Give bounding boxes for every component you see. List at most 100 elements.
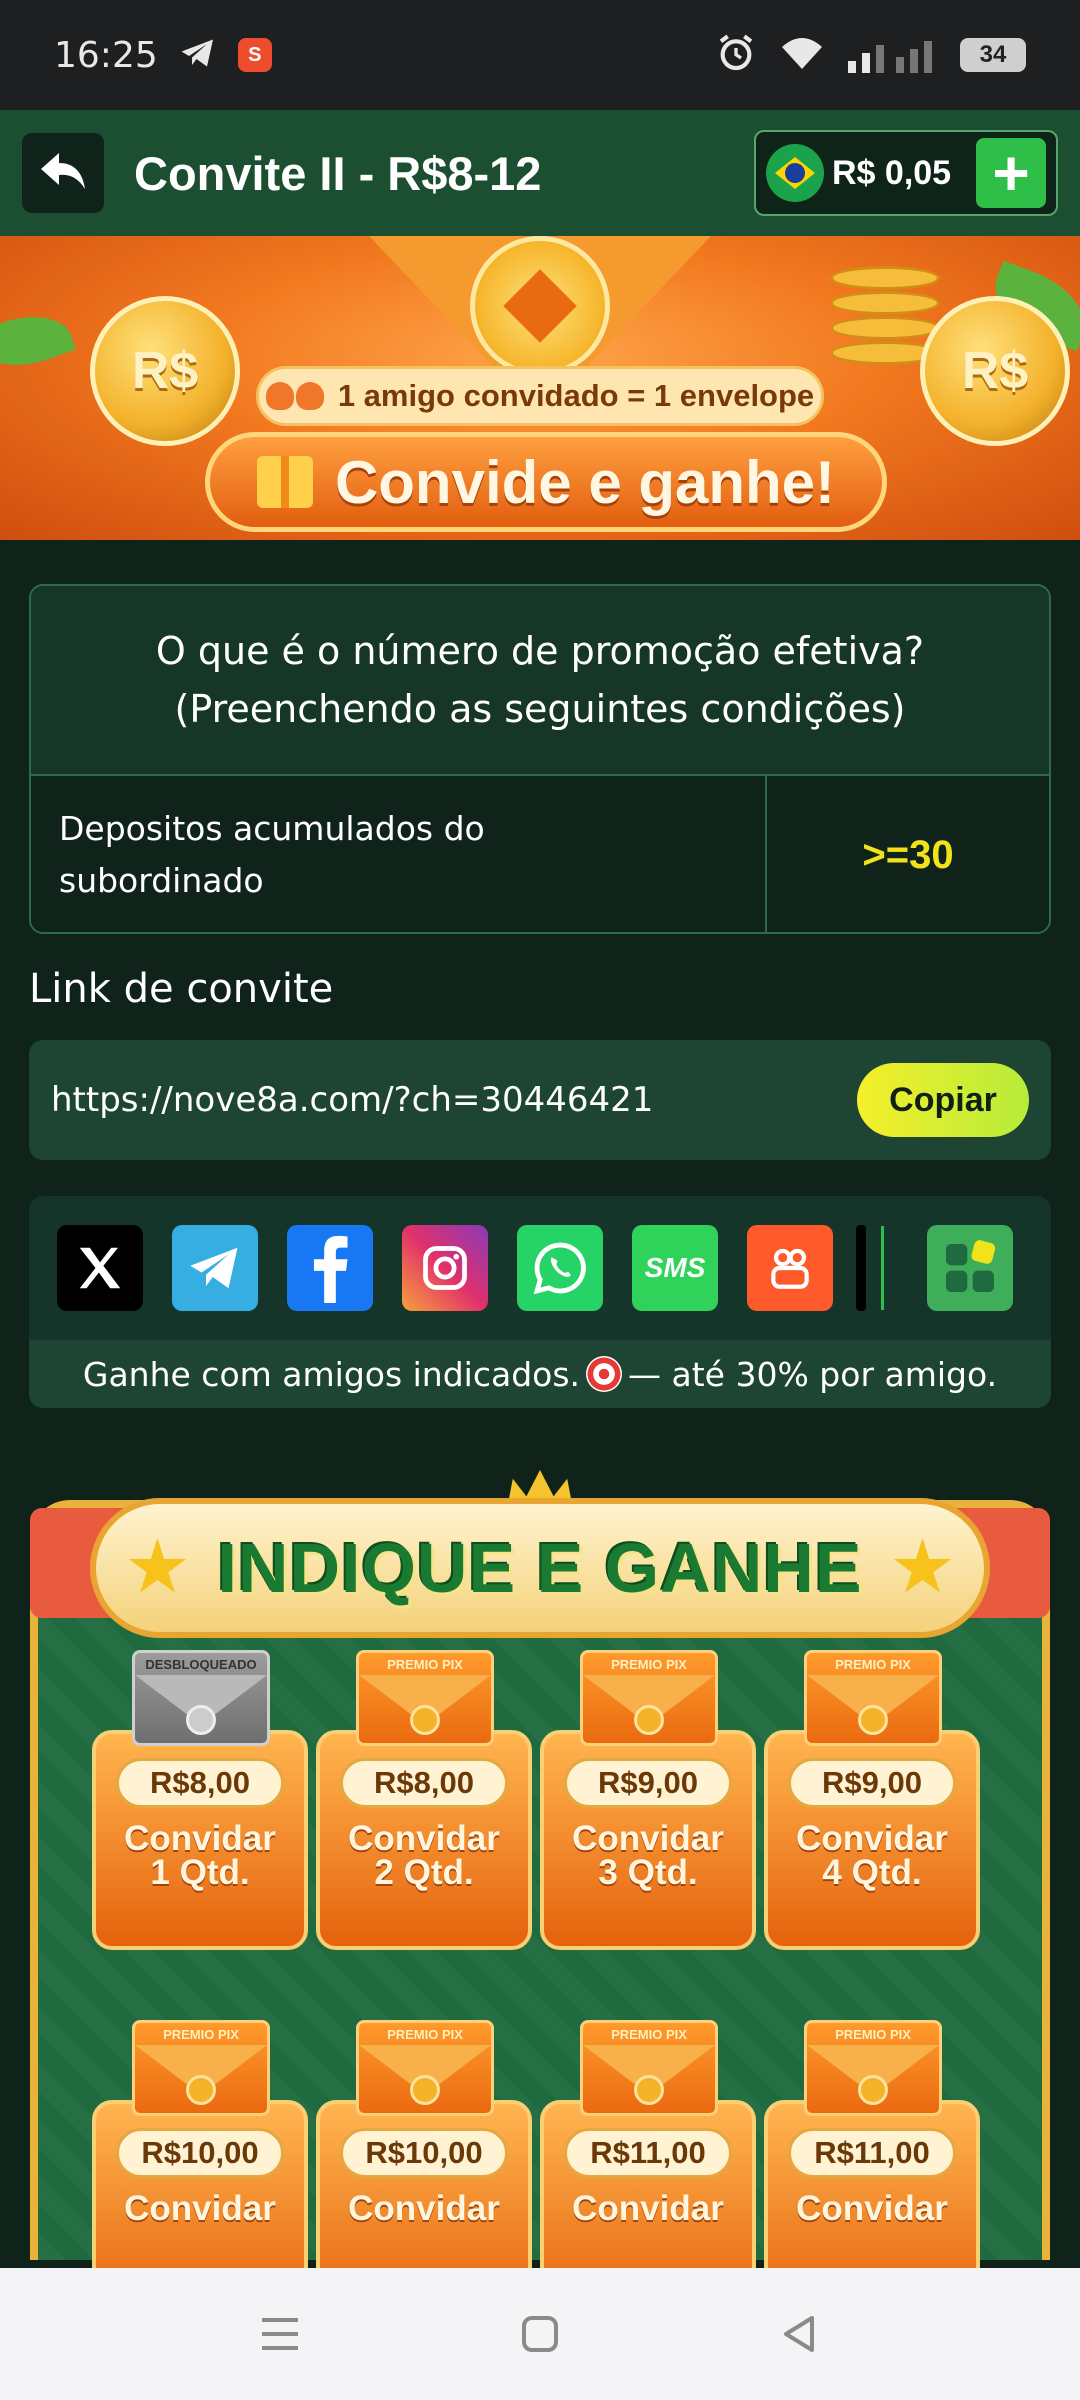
promo-question: O que é o número de promoção efetiva? (P… <box>31 586 1049 776</box>
reward-card[interactable]: PREMIO PIX R$8,00 Convidar 2 Qtd. <box>316 1650 532 1980</box>
reward-invite-line1: Convidar <box>572 1819 724 1858</box>
envelope-label: PREMIO PIX <box>835 1657 911 1672</box>
star-icon <box>128 1538 187 1593</box>
shopee-icon: S <box>237 38 272 72</box>
banner-cta[interactable]: Convide e ganhe! <box>205 432 887 532</box>
whatsapp-icon[interactable] <box>517 1225 603 1311</box>
reward-invite-label: Convidar <box>764 2189 980 2228</box>
status-time: 16:25 <box>54 34 158 76</box>
kwai-icon[interactable] <box>747 1225 833 1311</box>
reward-invite-line2: 2 Qtd. <box>374 1853 474 1892</box>
balance-amount: R$ 0,05 <box>832 153 952 192</box>
reward-price: R$10,00 <box>116 2128 284 2178</box>
wifi-icon <box>778 33 826 78</box>
reward-invite-label: Convidar <box>540 2191 756 2226</box>
people-icon <box>265 382 324 410</box>
envelope-seal-icon <box>410 2075 440 2105</box>
signal-icon <box>848 33 938 78</box>
target-icon <box>586 1356 623 1392</box>
rewards-title: INDIQUE E GANHE <box>217 1529 863 1607</box>
reward-card[interactable]: PREMIO PIX R$9,00 Convidar 3 Qtd. <box>540 1650 756 1980</box>
reward-invite-label: Convidar <box>92 2189 308 2228</box>
envelope-label: PREMIO PIX <box>611 2027 687 2042</box>
app-header: Convite II - R$8-12 R$ 0,05 + <box>0 110 1080 236</box>
share-divider <box>881 1226 884 1310</box>
page-title: Convite II - R$8-12 <box>134 146 542 200</box>
coin-left: R$ <box>90 296 240 446</box>
instagram-icon[interactable] <box>402 1225 488 1311</box>
envelope-seal-icon <box>634 2075 664 2105</box>
reward-invite-label: Convidar 2 Qtd. <box>316 1819 532 1892</box>
envelope-seal-icon <box>858 1705 888 1735</box>
envelope-icon: PREMIO PIX <box>132 2020 270 2116</box>
invite-link-url[interactable]: https://nove8a.com/?ch=30446421 <box>51 1080 653 1120</box>
status-bar: 16:25 S 34 <box>0 0 1080 110</box>
home-icon[interactable] <box>510 2304 570 2364</box>
envelope-label: PREMIO PIX <box>163 2027 239 2042</box>
invite-link-box: https://nove8a.com/?ch=30446421 Copiar <box>29 1040 1051 1160</box>
reward-invite-line1: Convidar <box>348 2189 500 2228</box>
share-note-suffix: — até 30% por amigo. <box>628 1354 998 1394</box>
envelope-label: PREMIO PIX <box>387 2027 463 2042</box>
reward-invite-line2: 4 Qtd. <box>822 1853 922 1892</box>
x-icon[interactable] <box>57 1225 143 1311</box>
envelope-seal-icon <box>470 236 610 376</box>
envelope-icon: DESBLOQUEADO <box>132 1650 270 1746</box>
reward-price: R$8,00 <box>340 1758 508 1808</box>
reward-card[interactable]: PREMIO PIX R$9,00 Convidar 4 Qtd. <box>764 1650 980 1980</box>
envelope-icon: PREMIO PIX <box>356 1650 494 1746</box>
envelope-icon: PREMIO PIX <box>804 1650 942 1746</box>
gift-icon <box>256 456 313 508</box>
condition-label: Depositos acumulados do subordinado <box>31 776 767 932</box>
reward-card[interactable]: DESBLOQUEADO R$8,00 Convidar 1 Qtd. <box>92 1650 308 1980</box>
share-icons-row: SMS <box>29 1196 1051 1340</box>
promo-conditions-table: O que é o número de promoção efetiva? (P… <box>29 584 1051 934</box>
reward-invite-line1: Convidar <box>796 2189 948 2228</box>
menu-icon[interactable] <box>250 2304 310 2364</box>
envelope-label: PREMIO PIX <box>835 2027 911 2042</box>
copy-button[interactable]: Copiar <box>857 1063 1029 1137</box>
envelope-icon: PREMIO PIX <box>580 1650 718 1746</box>
promo-condition-row: Depositos acumulados do subordinado >=30 <box>31 776 1049 932</box>
promo-banner: R$ R$ 1 amigo convidado = 1 envelope Con… <box>0 236 1080 540</box>
back-arrow-icon <box>38 149 88 198</box>
reward-price: R$9,00 <box>788 1758 956 1808</box>
reward-invite-label: Convidar 4 Qtd. <box>764 1819 980 1892</box>
reward-price: R$11,00 <box>564 2128 732 2178</box>
banner-subline: 1 amigo convidado = 1 envelope <box>256 366 824 426</box>
star-icon <box>893 1538 952 1593</box>
invite-link-label: Link de convite <box>29 966 334 1012</box>
envelope-label: PREMIO PIX <box>387 1657 463 1672</box>
balance-widget[interactable]: R$ 0,05 + <box>754 130 1058 216</box>
condition-label-line2: subordinado <box>59 861 264 900</box>
battery-icon: 34 <box>960 38 1026 72</box>
condition-label-line1: Depositos acumulados do <box>59 809 485 848</box>
reward-invite-line1: Convidar <box>124 2189 276 2228</box>
more-apps-icon[interactable] <box>927 1225 1013 1311</box>
reward-invite-line1: Convidar <box>796 1819 948 1858</box>
envelope-label: PREMIO PIX <box>611 1657 687 1672</box>
envelope-icon: PREMIO PIX <box>804 2020 942 2116</box>
rewards-title-plate: INDIQUE E GANHE <box>90 1498 990 1638</box>
deposit-plus-button[interactable]: + <box>976 138 1046 208</box>
facebook-icon[interactable] <box>287 1225 373 1311</box>
brazil-flag-icon <box>766 144 824 202</box>
system-nav-bar <box>0 2268 1080 2400</box>
alarm-icon <box>716 33 756 78</box>
envelope-seal-icon <box>186 2075 216 2105</box>
reward-price: R$9,00 <box>564 1758 732 1808</box>
reward-invite-line1: Convidar <box>348 1819 500 1858</box>
reward-invite-line1: Convidar <box>124 1819 276 1858</box>
more-share-partial[interactable] <box>856 1225 866 1311</box>
envelope-seal-icon <box>186 1705 216 1735</box>
telegram-share-icon[interactable] <box>172 1225 258 1311</box>
back-icon[interactable] <box>770 2304 830 2364</box>
telegram-icon <box>180 37 216 74</box>
banner-subline-text: 1 amigo convidado = 1 envelope <box>337 378 815 413</box>
reward-invite-label: Convidar <box>316 2189 532 2228</box>
sms-icon[interactable]: SMS <box>632 1225 718 1311</box>
promo-question-line1: O que é o número de promoção efetiva? <box>155 629 925 673</box>
reward-price: R$11,00 <box>788 2128 956 2178</box>
share-note: Ganhe com amigos indicados. — até 30% po… <box>29 1340 1051 1408</box>
back-button[interactable] <box>22 133 104 213</box>
